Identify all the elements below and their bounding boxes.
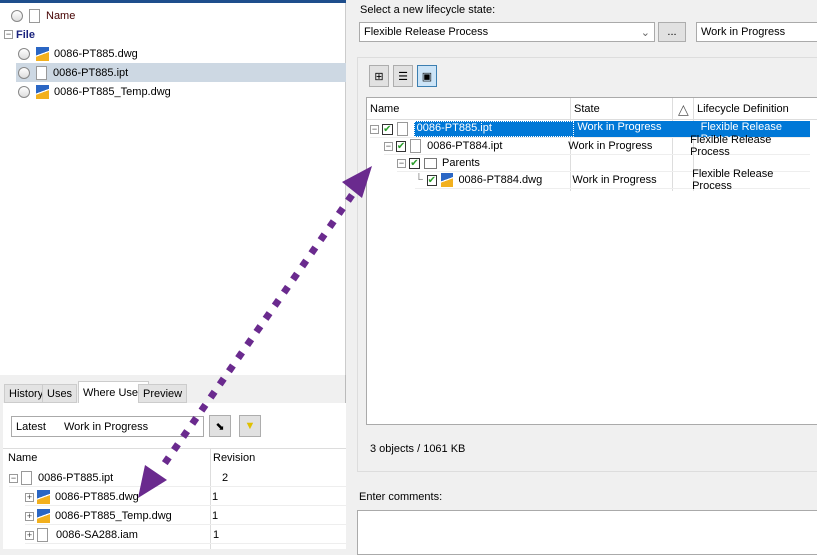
state-value: Work in Progress <box>64 420 149 433</box>
dwg-icon <box>36 46 49 61</box>
lifecycle-definition-select[interactable]: Flexible Release Process ⌄ <box>359 22 655 42</box>
document-icon <box>37 528 48 542</box>
file-list-panel: Name − File 0086-PT885.dwg 0086-PT885.ip… <box>0 3 346 375</box>
column-state[interactable]: State <box>574 103 600 115</box>
file-name: 0086-PT885_Temp.dwg <box>54 85 171 98</box>
dwg-icon <box>37 490 50 504</box>
objects-summary: 3 objects / 1061 KB <box>370 443 466 455</box>
pick-button[interactable]: ⬊ <box>209 415 231 437</box>
comments-input[interactable] <box>357 510 817 555</box>
collapse-icon[interactable]: − <box>397 158 406 168</box>
group-label: File <box>16 28 35 41</box>
dwg-icon <box>37 509 50 523</box>
row-name: 0086-PT885.ipt <box>38 472 114 484</box>
expand-icon[interactable]: + <box>25 511 34 521</box>
tab-preview[interactable]: Preview <box>138 384 188 403</box>
document-icon <box>36 65 47 80</box>
row-revision: 1 <box>212 510 219 522</box>
where-used-body: Latest Work in Progress ⬊ ▼ Name Revisio… <box>3 403 346 549</box>
row-state: Work in Progress <box>574 121 676 137</box>
checkbox[interactable]: ✔ <box>409 157 420 169</box>
radio-icon[interactable] <box>18 66 30 79</box>
hierarchy-view-button[interactable]: ▣ <box>417 65 437 87</box>
row-revision: 2 <box>222 472 229 484</box>
collapse-icon[interactable]: − <box>9 473 18 483</box>
radio-icon[interactable] <box>18 47 30 60</box>
table-row[interactable]: − ✔ 0086-PT884.ipt Work in Progress Flexi… <box>384 134 810 158</box>
expand-icon[interactable]: + <box>25 530 34 540</box>
list-item[interactable]: 0086-PT885.ipt <box>16 63 346 82</box>
lifecycle-prompt: Select a new lifecycle state: <box>360 4 496 16</box>
tab-uses[interactable]: Uses <box>42 384 78 403</box>
list-view-button[interactable]: ☰ <box>393 65 413 87</box>
row-state: Work in Progress <box>572 174 657 186</box>
column-name[interactable]: Name <box>8 452 37 464</box>
collapse-icon[interactable]: − <box>370 124 379 134</box>
row-state: Work in Progress <box>568 140 653 152</box>
column-name: Name <box>46 9 76 22</box>
funnel-icon: ▼ <box>244 420 256 432</box>
comments-label: Enter comments: <box>359 491 443 503</box>
row-name: 0086-PT885.ipt <box>413 121 575 137</box>
table-row[interactable]: + 0086-PT885_Temp.dwg 1 <box>25 508 346 525</box>
row-name: 0086-PT884.dwg <box>458 174 543 186</box>
row-name: 0086-PT884.ipt <box>427 140 503 152</box>
definition-value: Flexible Release Process <box>364 26 489 38</box>
hierarchy-icon: ▣ <box>421 70 433 83</box>
lifecycle-state-select[interactable]: Work in Progress <box>696 22 817 42</box>
column-change-flag[interactable]: △ <box>678 101 689 118</box>
radio-icon <box>11 9 23 22</box>
checkbox[interactable]: ✔ <box>381 123 393 135</box>
table-row[interactable]: └ ✔ 0086-PT884.dwg Work in Progress Flexi… <box>415 168 810 192</box>
collapse-icon[interactable]: − <box>4 30 13 39</box>
checkbox[interactable]: ✔ <box>426 174 438 186</box>
filter-button[interactable]: ▼ <box>239 415 261 437</box>
group-file[interactable]: − File <box>0 25 346 44</box>
row-name: Parents <box>442 157 480 169</box>
folder-icon <box>424 157 437 169</box>
list-item[interactable]: 0086-PT885_Temp.dwg <box>16 82 346 101</box>
row-name: 0086-PT885_Temp.dwg <box>55 510 172 522</box>
file-name: 0086-PT885.dwg <box>54 47 138 60</box>
select-arrow-icon: ⬊ <box>215 420 225 433</box>
radio-icon[interactable] <box>18 85 30 98</box>
browse-button[interactable]: ... <box>658 22 686 42</box>
chevron-down-icon: ⌄ <box>640 26 650 39</box>
column-revision[interactable]: Revision <box>213 452 255 464</box>
tree-icon: ⊞ <box>374 70 384 83</box>
checkbox[interactable]: ✔ <box>395 140 407 152</box>
document-icon <box>396 122 408 136</box>
tree-view-button[interactable]: ⊞ <box>369 65 389 87</box>
file-list-header[interactable]: Name <box>0 6 346 25</box>
document-icon <box>29 8 40 23</box>
row-revision: 1 <box>212 491 219 503</box>
state-value: Work in Progress <box>701 26 786 38</box>
column-name[interactable]: Name <box>370 103 399 115</box>
list-item[interactable]: 0086-PT885.dwg <box>16 44 346 63</box>
dwg-icon <box>36 84 49 99</box>
column-lifecycle-definition[interactable]: Lifecycle Definition <box>697 103 789 115</box>
row-name: 0086-PT885.dwg <box>55 491 139 503</box>
file-name: 0086-PT885.ipt <box>53 66 129 79</box>
version-filter-select[interactable]: Latest Work in Progress <box>11 416 204 437</box>
row-definition: Flexible Release Process <box>692 168 774 192</box>
dwg-icon <box>441 173 454 187</box>
expand-icon[interactable]: + <box>25 492 34 502</box>
document-icon <box>21 471 32 485</box>
objects-grid: Name State △ Lifecycle Definition − ✔ 008… <box>366 97 817 425</box>
row-name: 0086-SA288.iam <box>56 529 138 541</box>
collapse-icon[interactable]: − <box>384 141 393 151</box>
version-value: Latest <box>16 420 46 433</box>
table-row[interactable]: + 0086-SA288.iam 1 <box>25 527 346 544</box>
list-icon: ☰ <box>398 70 408 83</box>
row-revision: 1 <box>213 529 220 541</box>
table-row[interactable]: − 0086-PT885.ipt 2 <box>9 470 346 487</box>
table-row[interactable]: + 0086-PT885.dwg 1 <box>25 489 346 506</box>
document-icon <box>410 139 422 153</box>
